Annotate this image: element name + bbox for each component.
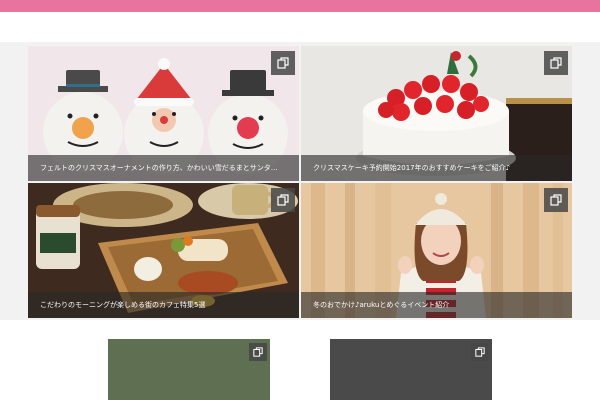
gallery-tile-portrait[interactable]: 冬のおでかけ♪arukuとめぐるイベント紹介 xyxy=(301,183,572,318)
gallery-tile-ornaments[interactable]: フェルトのクリスマスオーナメントの作り方、かわいい雪だるまとサンタ… xyxy=(28,46,299,181)
gallery-tile-breakfast[interactable]: こだわりのモーニングが楽しめる街のカフェ特集5選 xyxy=(28,183,299,318)
tile-caption: フェルトのクリスマスオーナメントの作り方、かわいい雪だるまとサンタ… xyxy=(28,155,299,181)
tile-caption: 冬のおでかけ♪arukuとめぐるイベント紹介 xyxy=(301,292,572,318)
tile-caption: クリスマスケーキ予約開始2017年のおすすめケーキをご紹介♪ xyxy=(301,155,572,181)
copy-icon[interactable] xyxy=(471,343,489,361)
content-card-gray[interactable] xyxy=(330,339,492,400)
top-accent-bar xyxy=(0,0,600,12)
copy-icon[interactable] xyxy=(544,188,568,212)
gallery-tile-christmas-cake[interactable]: クリスマスケーキ予約開始2017年のおすすめケーキをご紹介♪ xyxy=(301,46,572,181)
copy-icon[interactable] xyxy=(544,51,568,75)
tile-caption: こだわりのモーニングが楽しめる街のカフェ特集5選 xyxy=(28,292,299,318)
copy-icon[interactable] xyxy=(271,51,295,75)
copy-icon[interactable] xyxy=(271,188,295,212)
content-card-green[interactable] xyxy=(108,339,270,400)
copy-icon[interactable] xyxy=(249,343,267,361)
